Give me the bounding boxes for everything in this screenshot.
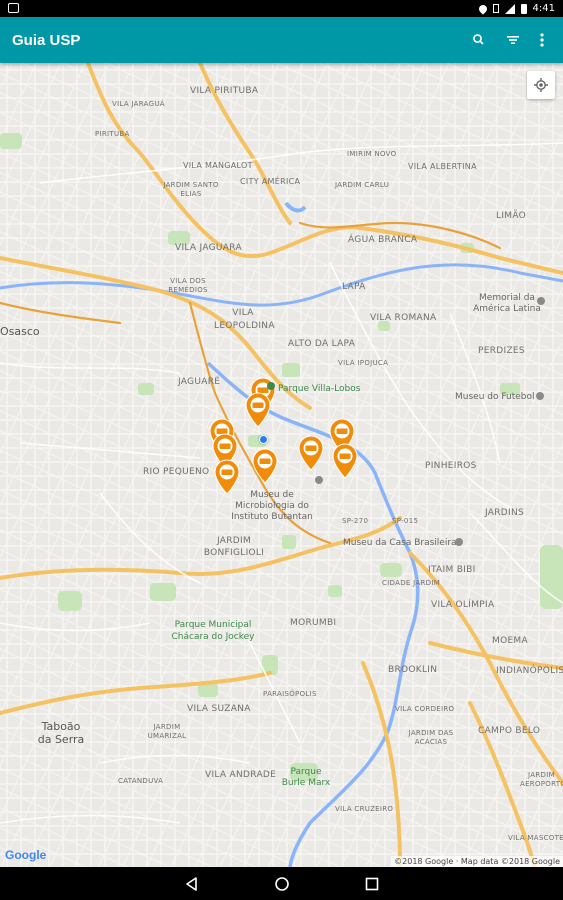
map-label: Taboão da Serra xyxy=(37,720,85,746)
my-location-icon xyxy=(534,78,548,92)
map-label: JARDIM SANTO ELIAS xyxy=(163,181,219,198)
poi-icon xyxy=(536,392,544,400)
battery-icon xyxy=(520,3,527,14)
map-label: ALTO DA LAPA xyxy=(288,339,356,349)
map-label: Museu do Futebol xyxy=(455,392,535,402)
status-time: 4:41 xyxy=(532,3,555,14)
map-label: Osasco xyxy=(0,325,40,338)
map-label: MOEMA xyxy=(492,636,528,646)
map-label: JARDINS xyxy=(485,508,525,518)
map-label: PIRITUBA xyxy=(95,130,130,138)
search-button[interactable] xyxy=(468,29,490,51)
map-label: LAPA xyxy=(342,282,366,292)
map-label: VILA CORDEIRO xyxy=(395,705,455,713)
map-label: LIMÃO xyxy=(496,211,527,221)
map-label: JARDIM CARLU xyxy=(335,181,390,189)
map-label: SP-270 xyxy=(342,517,369,525)
map-marker-pin[interactable] xyxy=(244,392,272,428)
map-label: VILA LEOPOLDINA xyxy=(214,308,275,331)
map-label: CATANDUVA xyxy=(118,777,164,785)
map-view[interactable]: VILA PIRITUBA VILA JARAGUÁ PIRITUBA VILA… xyxy=(0,63,563,867)
map-label: JARDIM AEROPORTO xyxy=(520,771,563,788)
map-label: ITAIM BIBI xyxy=(428,565,476,575)
map-label: PERDIZES xyxy=(478,346,525,356)
map-label: VILA DOS REMÉDIOS xyxy=(168,277,208,294)
map-label: JARDIM DAS ACÁCIAS xyxy=(408,729,454,746)
app-bar: Guia USP xyxy=(0,17,563,63)
map-marker-pin[interactable] xyxy=(213,459,241,495)
map-label: CITY AMÉRICA xyxy=(240,177,301,186)
map-label: JARDIM UMARIZAL xyxy=(147,723,187,740)
home-icon[interactable] xyxy=(273,875,291,893)
map-label: Memorial da América Latina xyxy=(473,293,541,314)
poi-icon xyxy=(537,297,545,305)
map-label: Museu da Casa Brasileira xyxy=(343,538,457,548)
map-label: SP-015 xyxy=(392,517,419,525)
map-marker-pin[interactable] xyxy=(331,443,359,479)
recents-icon[interactable] xyxy=(363,875,381,893)
map-marker-pin[interactable] xyxy=(251,448,279,484)
map-label: Parque Burle Marx xyxy=(281,767,331,788)
google-logo: Google xyxy=(5,848,46,862)
user-location-dot xyxy=(259,435,268,444)
navigation-bar xyxy=(0,867,563,900)
signal-icon xyxy=(504,3,515,14)
map-label: CIDADE JARDIM xyxy=(382,579,441,587)
app-title: Guia USP xyxy=(12,32,81,49)
back-icon[interactable] xyxy=(183,875,201,893)
map-label: MORUMBI xyxy=(290,618,337,628)
map-label: VILA JAGUARA xyxy=(175,243,242,253)
location-icon xyxy=(476,2,489,15)
filter-icon xyxy=(507,36,519,44)
vibrate-icon xyxy=(492,4,499,13)
map-label: VILA PIRITUBA xyxy=(190,86,259,96)
map-label: BROOKLIN xyxy=(388,665,438,675)
map-label: ÁGUA BRANCA xyxy=(348,235,418,245)
map-label: JARDIM BONFIGLIOLI xyxy=(203,536,265,558)
map-label: CAMPO BELO xyxy=(478,726,541,736)
more-options-button[interactable] xyxy=(531,29,553,51)
map-copyright: ©2018 Google · Map data ©2018 Google xyxy=(391,856,563,867)
poi-icon xyxy=(455,538,463,546)
map-marker-pin[interactable] xyxy=(297,435,325,471)
status-bar: 4:41 xyxy=(0,0,563,17)
map-label: VILA ROMANA xyxy=(370,313,437,323)
status-icons: 4:41 xyxy=(476,1,555,16)
park-icon xyxy=(267,382,275,390)
map-label: Parque Municipal Chácara do Jockey xyxy=(171,620,255,642)
map-label: VILA JARAGUÁ xyxy=(112,100,165,108)
map-label: RIO PEQUENO xyxy=(143,467,210,477)
map-label: VILA IPOJUCA xyxy=(338,359,389,367)
map-label: JAGUARÉ xyxy=(178,377,221,387)
my-location-button[interactable] xyxy=(527,71,555,99)
map-label: VILA OLÍMPIA xyxy=(431,600,495,610)
map-label: PARAISÓPOLIS xyxy=(263,690,317,698)
map-label: VILA MANGALOT xyxy=(183,161,253,170)
map-label: Parque Villa-Lobos xyxy=(278,384,361,394)
map-label: VILA MASCOTE xyxy=(508,834,563,842)
map-label: IMIRIM NOVO xyxy=(347,150,397,158)
map-label: VILA ALBERTINA xyxy=(408,162,477,171)
map-label: VILA CRUZEIRO xyxy=(335,805,394,813)
notification-icon xyxy=(8,3,19,13)
map-label: INDIANÓPOLIS xyxy=(496,666,563,676)
google-logo-text: Google xyxy=(5,848,47,862)
map-label: VILA ANDRADE xyxy=(205,770,277,780)
more-vert-icon xyxy=(540,33,544,47)
map-label: PINHEIROS xyxy=(425,461,477,471)
map-label: VILA SUZANA xyxy=(187,704,251,714)
filter-button[interactable] xyxy=(502,29,524,51)
search-icon xyxy=(473,34,484,45)
poi-icon xyxy=(315,476,323,484)
